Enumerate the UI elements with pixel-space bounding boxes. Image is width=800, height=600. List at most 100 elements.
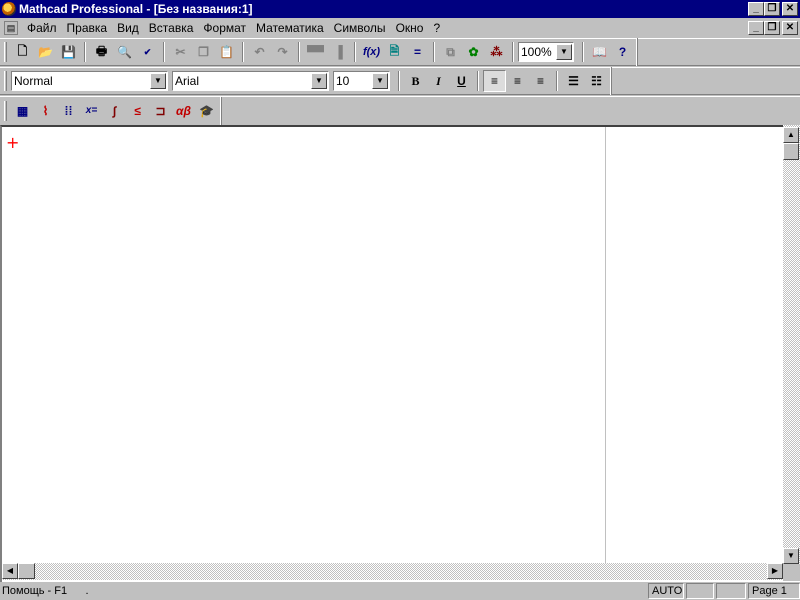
italic-button[interactable]: I (427, 70, 450, 92)
style-value: Normal (14, 74, 53, 88)
font-select[interactable]: Arial ▼ (172, 71, 329, 91)
align-left-icon[interactable]: ≡ (483, 70, 506, 92)
cut-icon[interactable]: ✂ (169, 41, 192, 63)
formatting-toolbar: Normal ▼ Arial ▼ 10 ▼ B I U ≡ ≡ ≡ ☰ ☷ (0, 67, 800, 95)
chevron-down-icon[interactable]: ▼ (311, 73, 327, 89)
scroll-corner (783, 564, 800, 581)
status-help-text: Помощь - F1 . (2, 585, 89, 597)
horizontal-scrollbar[interactable]: ◀ ▶ (2, 563, 783, 580)
title-bar: Mathcad Professional - [Без названия:1] … (0, 0, 800, 18)
mathcad-app-icon[interactable] (2, 2, 16, 16)
calculus-palette-icon[interactable]: ∫ (103, 100, 126, 122)
style-select[interactable]: Normal ▼ (11, 71, 168, 91)
toolbar-grip[interactable] (4, 42, 7, 62)
paste-icon[interactable]: 📋 (215, 41, 238, 63)
crosshair-cursor: + (6, 133, 20, 152)
font-size-select[interactable]: 10 ▼ (333, 71, 390, 91)
insert-component-icon[interactable]: ⧉ (439, 41, 462, 63)
doc-minimize-button[interactable]: _ (748, 21, 764, 35)
help-icon[interactable]: ? (611, 41, 634, 63)
standard-toolbar: 🗋 📂 💾 🖶 🔍 ✔ ✂ ❐ 📋 ↶ ↷ ▀▀ ▐ f(x) 🗎 = ⧉ ✿ … (0, 38, 800, 66)
minimize-icon: _ (753, 22, 759, 33)
spell-check-icon[interactable]: ✔ (136, 41, 159, 63)
menu-file[interactable]: Файл (22, 19, 62, 37)
numbered-list-icon[interactable]: ☷ (585, 70, 608, 92)
menu-format[interactable]: Формат (198, 19, 251, 37)
insert-function-icon[interactable]: f(x) (360, 41, 383, 63)
horizontal-scroll-thumb[interactable] (18, 563, 35, 579)
quicksheets-icon[interactable]: 📖 (588, 41, 611, 63)
print-icon[interactable]: 🖶 (90, 41, 113, 63)
undo-icon[interactable]: ↶ (248, 41, 271, 63)
doc-close-button[interactable]: ✕ (782, 21, 798, 35)
open-folder-icon[interactable]: 📂 (34, 41, 57, 63)
scroll-left-icon[interactable]: ◀ (2, 563, 18, 579)
menu-window[interactable]: Окно (391, 19, 429, 37)
menu-symbolics[interactable]: Символы (329, 19, 391, 37)
page-number-panel: Page 1 (748, 583, 800, 599)
status-panel-3 (716, 583, 746, 599)
math-toolbar: ▦ ⌇ ⁞⁞ x= ∫ ≤ ⊐ αβ 🎓 (0, 96, 800, 125)
close-button[interactable]: ✕ (782, 2, 798, 16)
bold-button[interactable]: B (404, 70, 427, 92)
vertical-scrollbar[interactable]: ▲ ▼ (783, 125, 800, 564)
print-preview-icon[interactable]: 🔍 (113, 41, 136, 63)
symbolic-palette-icon[interactable]: 🎓 (195, 100, 218, 122)
close-icon: ✕ (785, 22, 795, 33)
restore-button[interactable]: ❐ (764, 2, 780, 16)
status-dot: . (85, 585, 89, 597)
programming-palette-icon[interactable]: ⊐ (149, 100, 172, 122)
toolbar-grip[interactable] (4, 100, 7, 121)
toolbar-grip[interactable] (4, 71, 7, 91)
insert-unit-icon[interactable]: 🗎 (383, 41, 406, 63)
menu-view[interactable]: Вид (112, 19, 144, 37)
worksheet-area[interactable]: + (0, 125, 800, 582)
evaluation-palette-icon[interactable]: x= (80, 100, 103, 122)
chevron-down-icon[interactable]: ▼ (372, 73, 388, 89)
font-size-value: 10 (336, 74, 350, 88)
menu-help[interactable]: ? (428, 19, 445, 37)
zoom-select[interactable]: 100% ▼ (518, 42, 574, 62)
menu-insert[interactable]: Вставка (144, 19, 199, 37)
chevron-down-icon[interactable]: ▼ (556, 44, 572, 60)
redo-icon[interactable]: ↷ (271, 41, 294, 63)
document-system-menu-icon[interactable]: ▤ (4, 21, 18, 35)
resource-center-icon[interactable]: ✿ (462, 41, 485, 63)
status-bar: Помощь - F1 . AUTO Page 1 (0, 582, 800, 600)
restore-icon: ❐ (767, 3, 777, 14)
align-right-icon[interactable]: ≡ (529, 70, 552, 92)
calculator-palette-icon[interactable]: ▦ (11, 100, 34, 122)
align-down-icon[interactable]: ▐ (327, 41, 350, 63)
window-title: Mathcad Professional - [Без названия:1] (19, 2, 253, 16)
menu-bar: ▤ Файл Правка Вид Вставка Формат Математ… (0, 18, 800, 38)
underline-button[interactable]: U (450, 70, 473, 92)
matrix-palette-icon[interactable]: ⁞⁞ (57, 100, 80, 122)
bullet-list-icon[interactable]: ☰ (562, 70, 585, 92)
vertical-scroll-thumb[interactable] (783, 143, 799, 160)
menu-math[interactable]: Математика (251, 19, 329, 37)
minimize-button[interactable]: _ (748, 2, 764, 16)
page-boundary (605, 127, 606, 563)
math-connect-icon[interactable]: ⁂ (485, 41, 508, 63)
status-panel-2 (686, 583, 714, 599)
copy-icon[interactable]: ❐ (192, 41, 215, 63)
calculate-icon[interactable]: = (406, 41, 429, 63)
zoom-value: 100% (521, 45, 552, 59)
restore-icon: ❐ (767, 22, 777, 33)
minimize-icon: _ (753, 3, 759, 14)
chevron-down-icon[interactable]: ▼ (150, 73, 166, 89)
close-icon: ✕ (785, 3, 795, 14)
scroll-up-icon[interactable]: ▲ (783, 127, 799, 143)
calc-mode-panel: AUTO (648, 583, 684, 599)
save-icon[interactable]: 💾 (57, 41, 80, 63)
scroll-down-icon[interactable]: ▼ (783, 548, 799, 564)
boolean-palette-icon[interactable]: ≤ (126, 100, 149, 122)
graph-palette-icon[interactable]: ⌇ (34, 100, 57, 122)
align-center-icon[interactable]: ≡ (506, 70, 529, 92)
doc-restore-button[interactable]: ❐ (764, 21, 780, 35)
new-document-icon[interactable]: 🗋 (11, 41, 34, 63)
menu-edit[interactable]: Правка (62, 19, 113, 37)
align-across-icon[interactable]: ▀▀ (304, 41, 327, 63)
scroll-right-icon[interactable]: ▶ (767, 563, 783, 579)
greek-palette-icon[interactable]: αβ (172, 100, 195, 122)
